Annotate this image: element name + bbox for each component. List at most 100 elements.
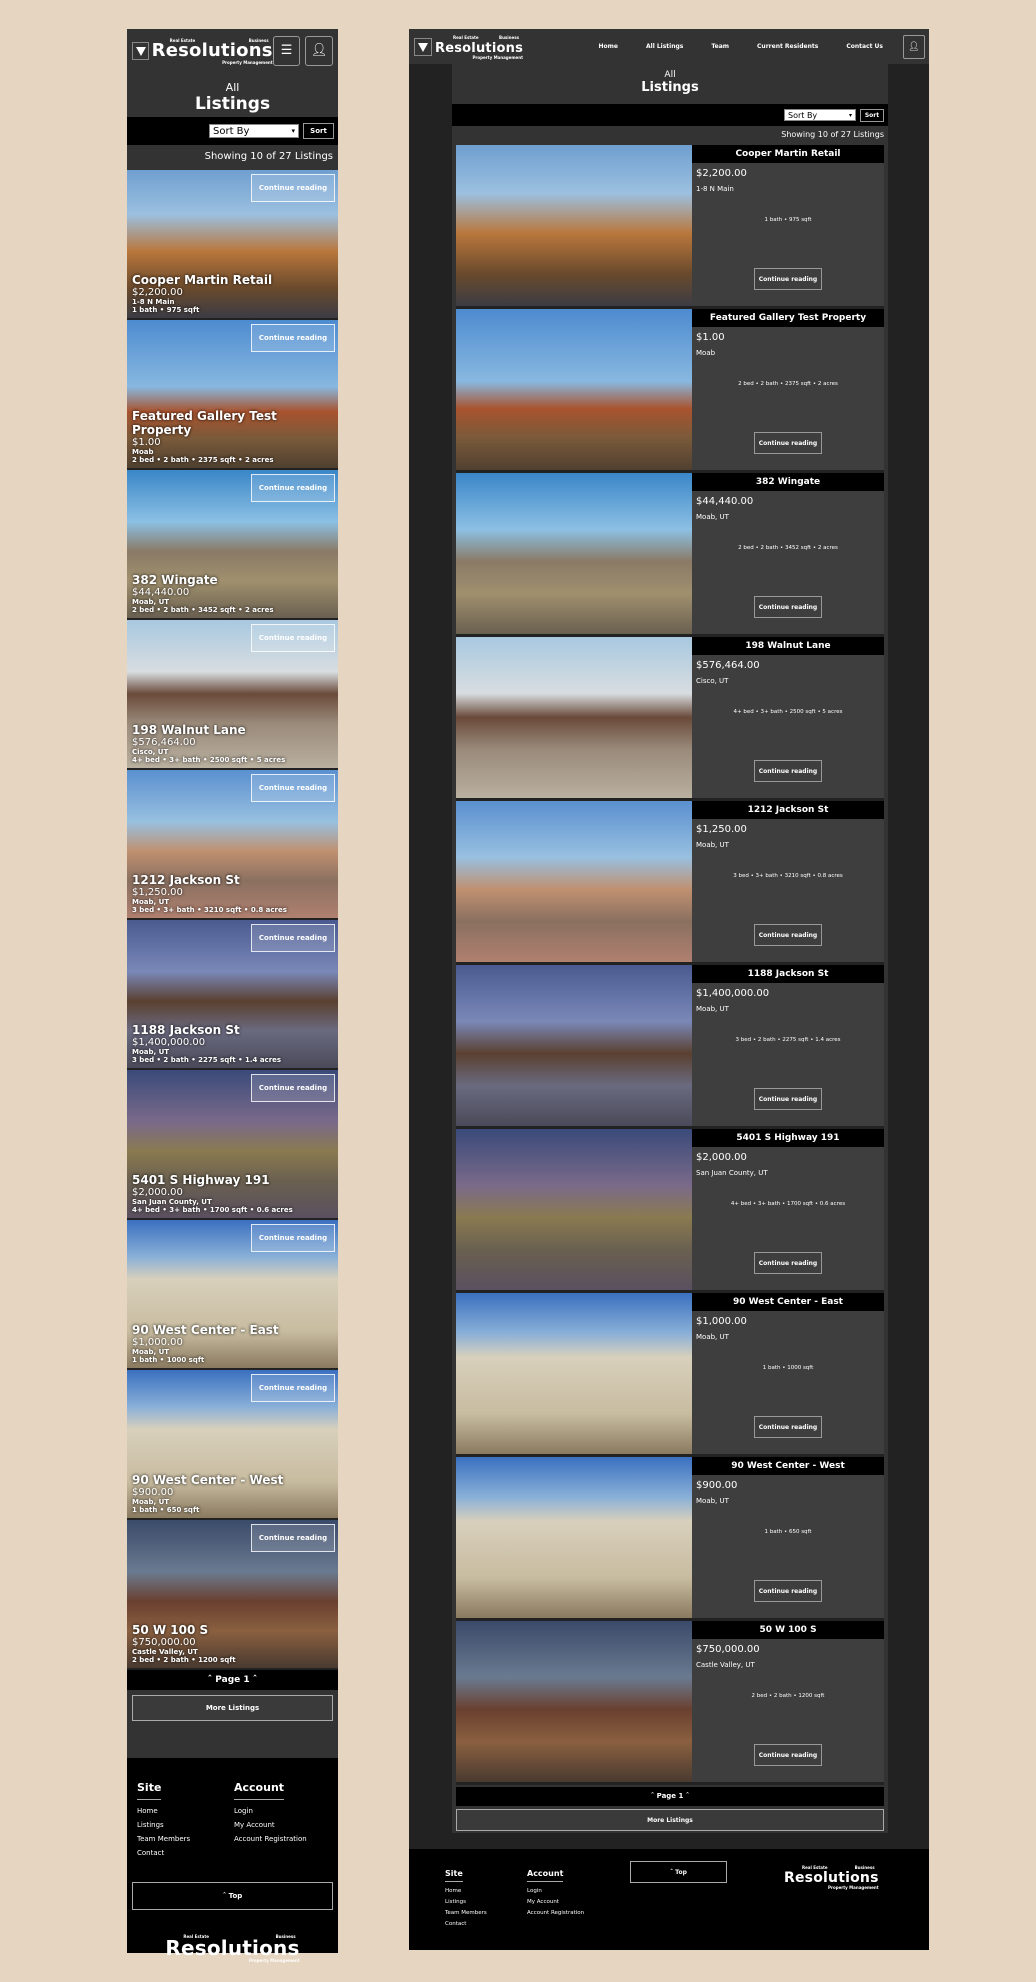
listing-name[interactable]: 382 Wingate bbox=[132, 573, 274, 587]
continue-reading-button[interactable]: Continue reading bbox=[754, 1580, 822, 1602]
sort-button[interactable]: Sort bbox=[303, 123, 334, 139]
continue-reading-button[interactable]: Continue reading bbox=[251, 924, 335, 952]
continue-reading-button[interactable]: Continue reading bbox=[754, 268, 822, 290]
continue-reading-button[interactable]: Continue reading bbox=[251, 324, 335, 352]
listing-name[interactable]: 1212 Jackson St bbox=[132, 873, 287, 887]
footer-link[interactable]: My Account bbox=[527, 1897, 584, 1908]
listing-image[interactable] bbox=[456, 309, 692, 470]
listing-name[interactable]: 90 West Center - West bbox=[132, 1473, 283, 1487]
listing-image[interactable] bbox=[456, 473, 692, 634]
user-icon[interactable]: 👤︎ bbox=[903, 34, 925, 59]
listing-name[interactable]: 50 W 100 S bbox=[132, 1623, 236, 1637]
footer-link[interactable]: Login bbox=[234, 1804, 307, 1818]
footer-link[interactable]: Team Members bbox=[137, 1832, 234, 1846]
listing-name[interactable]: Cooper Martin Retail bbox=[132, 273, 272, 287]
listing-image[interactable] bbox=[456, 637, 692, 798]
more-listings-button[interactable]: More Listings bbox=[456, 1809, 884, 1831]
listing-name[interactable]: Featured Gallery Test Property bbox=[692, 309, 884, 327]
listing-card[interactable]: Continue reading 382 Wingate $44,440.00 Moa… bbox=[127, 470, 338, 620]
continue-reading-button[interactable]: Continue reading bbox=[754, 924, 822, 946]
continue-reading-button[interactable]: Continue reading bbox=[754, 1252, 822, 1274]
nav-home[interactable]: Home bbox=[599, 43, 618, 50]
listing-image[interactable] bbox=[456, 801, 692, 962]
listing-name[interactable]: 1188 Jackson St bbox=[692, 965, 884, 983]
continue-reading-button[interactable]: Continue reading bbox=[754, 760, 822, 782]
footer-link[interactable]: Listings bbox=[137, 1818, 234, 1832]
nav-team[interactable]: Team bbox=[711, 43, 729, 50]
listing-image[interactable] bbox=[456, 1621, 692, 1782]
listing-name[interactable]: 1212 Jackson St bbox=[692, 801, 884, 819]
logo-text: Real Estate bbox=[453, 34, 479, 40]
brand-logo[interactable]: Real Estate Business Resolutions Property M… bbox=[435, 34, 523, 59]
listing-name[interactable]: 382 Wingate bbox=[692, 473, 884, 491]
footer-link[interactable]: Account Registration bbox=[234, 1832, 307, 1846]
continue-reading-button[interactable]: Continue reading bbox=[754, 432, 822, 454]
listing-name[interactable]: Featured Gallery Test Property bbox=[132, 409, 338, 437]
listing-name[interactable]: 90 West Center - East bbox=[692, 1293, 884, 1311]
sort-button[interactable]: Sort bbox=[860, 108, 884, 122]
listing-card[interactable]: Continue reading 90 West Center - East $1,… bbox=[127, 1220, 338, 1370]
nav-contact-us[interactable]: Contact Us bbox=[846, 43, 883, 50]
nav-current-residents[interactable]: Current Residents bbox=[757, 43, 818, 50]
footer-link[interactable]: Listings bbox=[445, 1897, 487, 1908]
listing-text: 382 Wingate $44,440.00 Moab, UT 2 bed • 2 b… bbox=[132, 573, 274, 614]
continue-reading-button[interactable]: Continue reading bbox=[251, 474, 335, 502]
back-to-top-button[interactable]: ˆ Top bbox=[132, 1882, 333, 1910]
continue-reading-button[interactable]: Continue reading bbox=[251, 774, 335, 802]
footer-link[interactable]: Account Registration bbox=[527, 1908, 584, 1919]
listing-info: 90 West Center - West $900.00 Moab, UT 1 ba… bbox=[692, 1457, 884, 1618]
footer-site: Site Home Listings Team Members Contact bbox=[445, 1861, 487, 1930]
listing-card[interactable]: Continue reading Featured Gallery Test Pr… bbox=[127, 320, 338, 470]
continue-reading-button[interactable]: Continue reading bbox=[251, 174, 335, 202]
continue-reading-button[interactable]: Continue reading bbox=[251, 1524, 335, 1552]
continue-reading-button[interactable]: Continue reading bbox=[251, 624, 335, 652]
listing-name[interactable]: 5401 S Highway 191 bbox=[692, 1129, 884, 1147]
continue-reading-button[interactable]: Continue reading bbox=[754, 596, 822, 618]
nav-all-listings[interactable]: All Listings bbox=[646, 43, 683, 50]
listing-price: $576,464.00 bbox=[696, 660, 760, 671]
listing-card[interactable]: Continue reading Cooper Martin Retail $2,2… bbox=[127, 170, 338, 320]
listing-name[interactable]: 90 West Center - West bbox=[692, 1457, 884, 1475]
listing-image[interactable] bbox=[456, 1129, 692, 1290]
listing-card[interactable]: Continue reading 50 W 100 S $750,000.00 Cas… bbox=[127, 1520, 338, 1670]
continue-reading-button[interactable]: Continue reading bbox=[251, 1224, 335, 1252]
continue-reading-button[interactable]: Continue reading bbox=[754, 1744, 822, 1766]
back-to-top-button[interactable]: ˆ Top bbox=[630, 1861, 727, 1883]
listing-name[interactable]: 1188 Jackson St bbox=[132, 1023, 281, 1037]
listing-name[interactable]: 198 Walnut Lane bbox=[692, 637, 884, 655]
listing-name[interactable]: 5401 S Highway 191 bbox=[132, 1173, 293, 1187]
listing-image[interactable] bbox=[456, 1457, 692, 1618]
footer-link[interactable]: Team Members bbox=[445, 1908, 487, 1919]
footer-logo[interactable]: Real Estate Business Resolutions Property M… bbox=[165, 1935, 299, 1963]
listing-name[interactable]: 90 West Center - East bbox=[132, 1323, 279, 1337]
more-listings-button[interactable]: More Listings bbox=[132, 1695, 333, 1721]
footer-link[interactable]: Login bbox=[527, 1886, 584, 1897]
brand-logo[interactable]: Real Estate Business Resolutions Property M… bbox=[152, 38, 273, 64]
listing-image[interactable] bbox=[456, 1293, 692, 1454]
footer-logo[interactable]: Real Estate Business Resolutions Property M… bbox=[784, 1866, 879, 1890]
listing-name[interactable]: Cooper Martin Retail bbox=[692, 145, 884, 163]
footer-link[interactable]: Home bbox=[445, 1886, 487, 1897]
continue-reading-button[interactable]: Continue reading bbox=[251, 1374, 335, 1402]
footer-link[interactable]: Contact bbox=[445, 1919, 487, 1930]
listing-card[interactable]: Continue reading 90 West Center - West $90… bbox=[127, 1370, 338, 1520]
listing-card[interactable]: Continue reading 1188 Jackson St $1,400,00… bbox=[127, 920, 338, 1070]
footer-link[interactable]: Home bbox=[137, 1804, 234, 1818]
continue-reading-button[interactable]: Continue reading bbox=[754, 1416, 822, 1438]
listing-card[interactable]: Continue reading 198 Walnut Lane $576,464.… bbox=[127, 620, 338, 770]
footer-link[interactable]: My Account bbox=[234, 1818, 307, 1832]
listing-image[interactable] bbox=[456, 145, 692, 306]
sort-select[interactable]: Sort By ▾ bbox=[784, 109, 856, 121]
listing-name[interactable]: 50 W 100 S bbox=[692, 1621, 884, 1639]
listing-name[interactable]: 198 Walnut Lane bbox=[132, 723, 285, 737]
continue-reading-button[interactable]: Continue reading bbox=[251, 1074, 335, 1102]
user-icon[interactable]: 👤︎ bbox=[305, 35, 333, 66]
sort-select[interactable]: Sort By ▾ bbox=[209, 124, 299, 138]
hamburger-menu-icon[interactable]: ☰ bbox=[272, 35, 301, 66]
footer-link[interactable]: Contact bbox=[137, 1846, 234, 1860]
listing-image[interactable] bbox=[456, 965, 692, 1126]
continue-reading-button[interactable]: Continue reading bbox=[754, 1088, 822, 1110]
listing-price: $44,440.00 bbox=[132, 587, 190, 598]
listing-card[interactable]: Continue reading 5401 S Highway 191 $2,000… bbox=[127, 1070, 338, 1220]
listing-card[interactable]: Continue reading 1212 Jackson St $1,250.00… bbox=[127, 770, 338, 920]
